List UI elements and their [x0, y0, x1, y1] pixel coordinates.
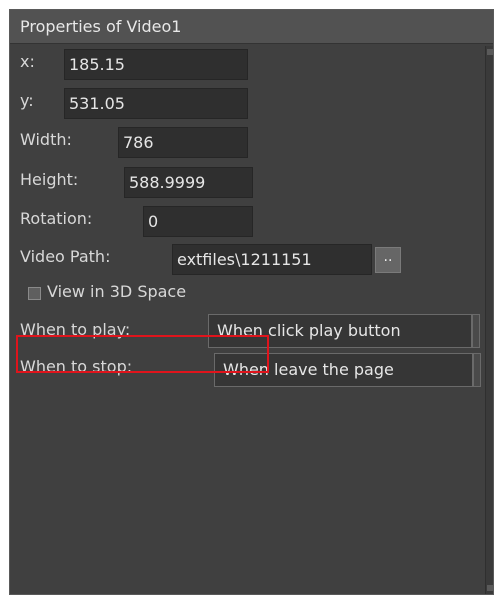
video-path-label: Video Path: [20, 247, 111, 266]
view-3d-label[interactable]: View in 3D Space [47, 282, 186, 301]
y-label: y: [20, 91, 34, 110]
x-input[interactable]: 185.15 [64, 49, 248, 80]
height-label: Height: [20, 170, 79, 189]
width-label: Width: [20, 130, 72, 149]
properties-panel: Properties of Video1 x: 185.15 y: 531.05… [9, 9, 494, 595]
when-to-stop-dropdown-arrow[interactable] [473, 353, 481, 387]
properties-content: x: 185.15 y: 531.05 Width: 786 Height: 5… [10, 46, 486, 594]
height-input[interactable]: 588.9999 [124, 167, 253, 198]
view-3d-checkbox[interactable] [28, 287, 41, 300]
video-path-input[interactable]: extfiles\1211151 [172, 244, 372, 275]
scroll-up-icon[interactable] [487, 49, 493, 55]
width-input[interactable]: 786 [118, 127, 248, 158]
rotation-input[interactable]: 0 [143, 206, 253, 237]
rotation-label: Rotation: [20, 209, 93, 228]
view-3d-highlight-box [16, 335, 269, 373]
y-input[interactable]: 531.05 [64, 88, 248, 119]
title-bar: Properties of Video1 [10, 10, 493, 44]
scroll-down-icon[interactable] [487, 585, 493, 591]
browse-button[interactable]: .. [375, 247, 401, 273]
panel-title: Properties of Video1 [20, 17, 182, 36]
vertical-scrollbar[interactable] [485, 46, 493, 594]
x-label: x: [20, 52, 35, 71]
when-to-play-dropdown-arrow[interactable] [472, 314, 480, 348]
